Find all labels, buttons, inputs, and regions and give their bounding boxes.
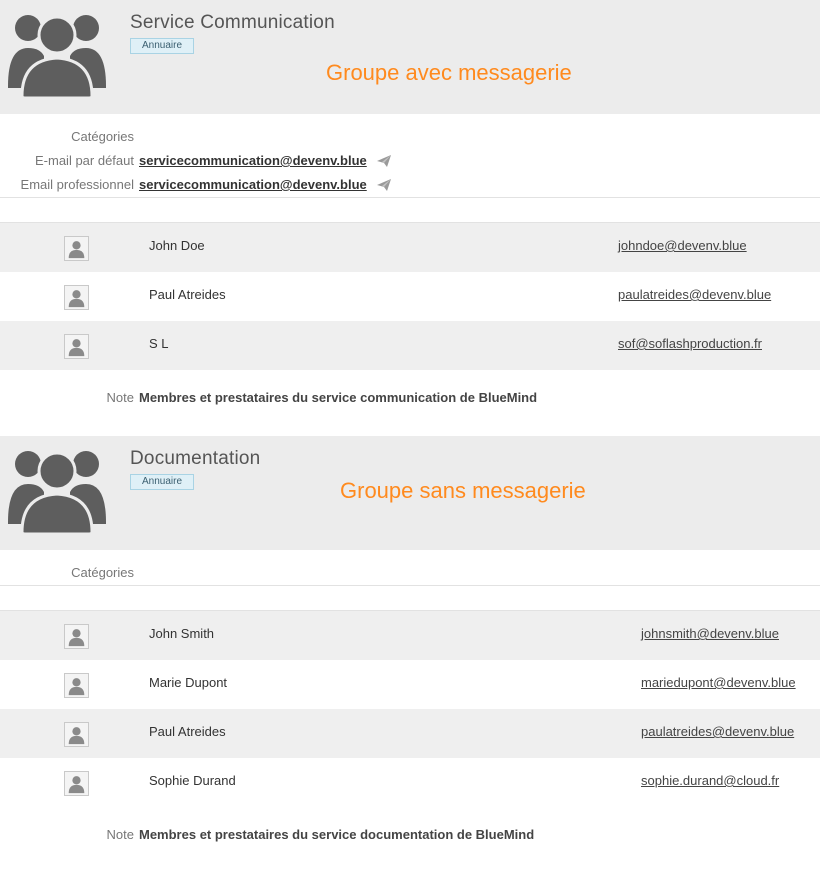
member-email-link[interactable]: mariedupont@devenv.blue [641, 675, 796, 690]
member-row[interactable]: John Doe johndoe@devenv.blue [0, 223, 820, 272]
group-type-annotation: Groupe avec messagerie [326, 60, 572, 85]
member-email-link[interactable]: johndoe@devenv.blue [618, 238, 747, 253]
member-row[interactable]: S L sof@soflashproduction.fr [0, 321, 820, 370]
user-icon [64, 771, 89, 796]
user-icon [64, 334, 89, 359]
user-icon [64, 673, 89, 698]
member-email-link[interactable]: paulatreides@devenv.blue [618, 287, 771, 302]
member-name: Paul Atreides [149, 724, 226, 739]
member-name: Paul Atreides [149, 287, 226, 302]
note-text: Membres et prestataires du service commu… [139, 390, 538, 405]
group-header: Documentation Annuaire Groupe sans messa… [0, 436, 820, 550]
note-text: Membres et prestataires du service docum… [139, 827, 535, 842]
member-name: Sophie Durand [149, 773, 236, 788]
note-label: Note [106, 390, 134, 405]
directory-badge: Annuaire [130, 474, 195, 490]
default-email-label: E-mail par défaut [35, 153, 134, 168]
member-row[interactable]: Paul Atreides paulatreides@devenv.blue [0, 272, 820, 321]
note-label: Note [106, 827, 134, 842]
group-header: Service Communication Annuaire Groupe av… [0, 0, 820, 114]
divider [0, 197, 820, 198]
member-row[interactable]: Sophie Durand sophie.durand@cloud.fr [0, 758, 820, 807]
divider [0, 585, 820, 586]
member-row[interactable]: Marie Dupont mariedupont@devenv.blue [0, 660, 820, 709]
user-icon [64, 285, 89, 310]
default-email-link[interactable]: servicecommunication@devenv.blue [139, 153, 367, 168]
categories-label: Catégories [71, 565, 134, 580]
member-row[interactable]: Paul Atreides paulatreides@devenv.blue [0, 709, 820, 758]
pro-email-link[interactable]: servicecommunication@devenv.blue [139, 177, 367, 192]
member-name: John Smith [149, 626, 215, 641]
group-icon [8, 15, 106, 98]
group-title: Service Communication [130, 12, 335, 33]
categories-label: Catégories [71, 129, 134, 144]
group-icon [8, 451, 106, 534]
group-type-annotation: Groupe sans messagerie [340, 478, 586, 503]
send-email-icon[interactable] [377, 179, 391, 191]
member-email-link[interactable]: sophie.durand@cloud.fr [641, 773, 779, 788]
member-email-link[interactable]: sof@soflashproduction.fr [618, 336, 762, 351]
member-email-link[interactable]: paulatreides@devenv.blue [641, 724, 794, 739]
user-icon [64, 236, 89, 261]
group-card-service-communication: Service Communication Annuaire Groupe av… [0, 0, 820, 405]
member-name: Marie Dupont [149, 675, 228, 690]
directory-badge: Annuaire [130, 38, 195, 54]
user-icon [64, 624, 89, 649]
group-title: Documentation [130, 448, 261, 469]
user-icon [64, 722, 89, 747]
member-row[interactable]: John Smith johnsmith@devenv.blue [0, 611, 820, 660]
send-email-icon[interactable] [377, 155, 391, 167]
member-name: John Doe [149, 238, 205, 253]
member-name: S L [149, 336, 169, 351]
group-card-documentation: Documentation Annuaire Groupe sans messa… [0, 436, 820, 842]
pro-email-label: Email professionnel [20, 177, 134, 192]
member-email-link[interactable]: johnsmith@devenv.blue [641, 626, 779, 641]
